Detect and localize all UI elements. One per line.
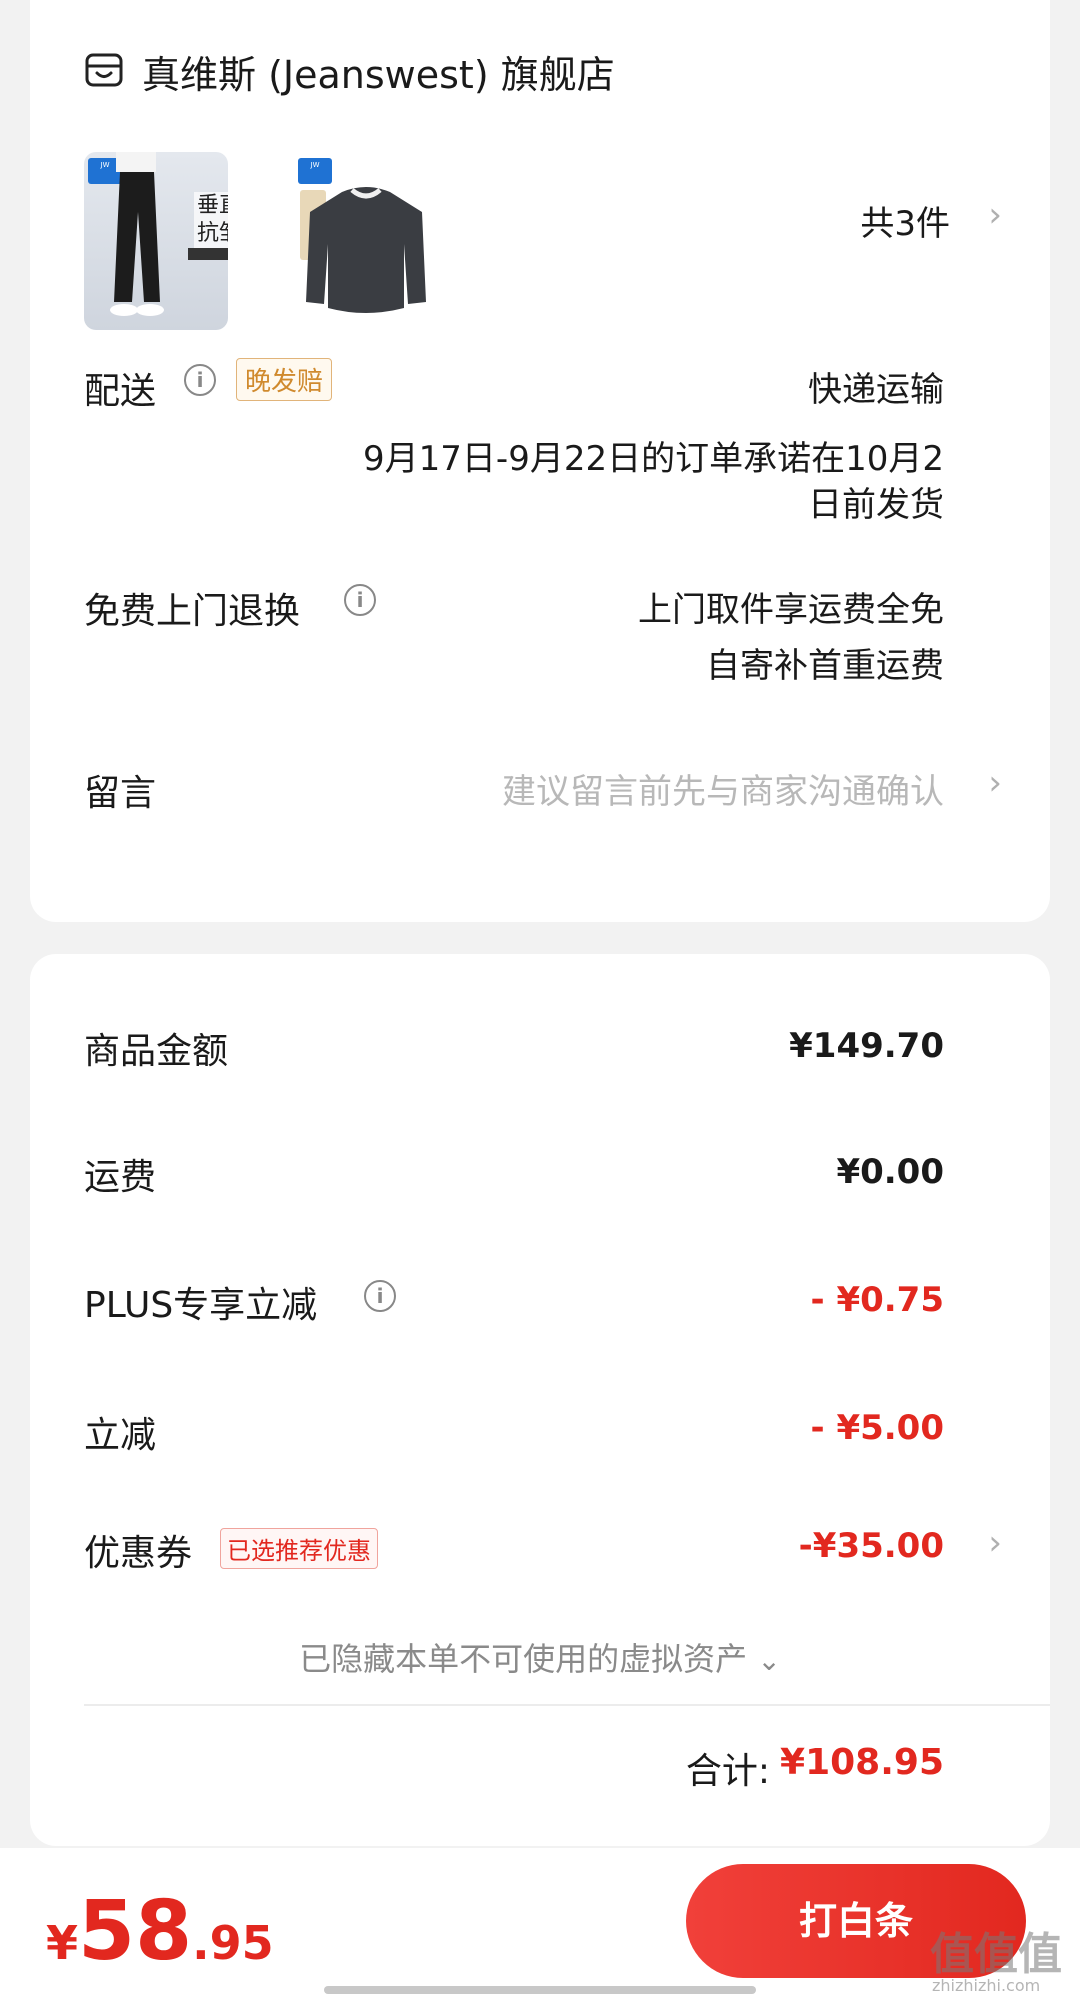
store-name[interactable]: 真维斯 (Jeanswest) 旗舰店 (142, 44, 615, 99)
pay-currency: ¥ (46, 1916, 79, 1970)
delivery-label: 配送 (84, 371, 157, 412)
plus-discount-value: - ¥0.75 (810, 1280, 945, 1320)
pants-label-2: 抗皱 (196, 221, 228, 246)
instant-discount-value: - ¥5.00 (810, 1408, 945, 1448)
info-icon[interactable]: i (184, 364, 216, 396)
hidden-assets-text: 已隐藏本单不可使用的虚拟资产 (299, 1640, 748, 1678)
pay-decimal: .95 (192, 1916, 274, 1970)
coupon-label: 优惠券 (84, 1533, 193, 1574)
pay-amount: ¥58.95 (46, 1884, 274, 1979)
shipping-value: ¥0.00 (836, 1152, 944, 1192)
home-indicator[interactable] (324, 1986, 756, 1994)
return-service-label: 免费上门退换 (84, 591, 301, 632)
chevron-right-icon[interactable]: › (988, 198, 1002, 232)
store-icon (85, 53, 123, 87)
product-thumbnail-sweater[interactable]: JW (294, 152, 438, 330)
plus-discount-label: PLUS专享立减 (84, 1285, 318, 1326)
item-count[interactable]: 共3件 (860, 196, 950, 245)
return-service-line1: 上门取件享运费全免 (638, 590, 944, 630)
late-compensation-badge: 晚发赔 (236, 358, 333, 401)
delivery-promise: 9月17日-9月22日的订单承诺在10月2日前发货 (363, 439, 944, 525)
watermark: 值值值 (930, 1929, 1062, 1980)
chevron-down-icon: ⌄ (757, 1644, 781, 1677)
pants-feature-label: 垂直 抗皱 (194, 192, 228, 248)
coupon-recommended-badge: 已选推荐优惠 (220, 1528, 378, 1569)
pants-tag-strip (188, 248, 228, 260)
shipping-label: 运费 (84, 1157, 157, 1198)
delivery-method: 快递运输 (808, 370, 944, 410)
message-label: 留言 (84, 773, 157, 814)
coupon-value[interactable]: -¥35.00 (799, 1526, 944, 1566)
divider (84, 1704, 1050, 1706)
total-label: 合计: (685, 1751, 770, 1792)
instant-discount-label: 立减 (84, 1415, 157, 1456)
sweater-icon (306, 187, 426, 313)
return-service-line2: 自寄补首重运费 (706, 646, 944, 686)
watermark-url: zhizhizhi.com (932, 1976, 1041, 1995)
chevron-right-icon[interactable]: › (988, 766, 1002, 800)
info-icon[interactable]: i (364, 1280, 396, 1312)
goods-amount-value: ¥149.70 (789, 1026, 944, 1066)
info-icon[interactable]: i (344, 584, 376, 616)
hidden-assets-toggle[interactable]: 已隐藏本单不可使用的虚拟资产 ⌄ (30, 1634, 1050, 1680)
price-summary-card: 商品金额 ¥149.70 运费 ¥0.00 PLUS专享立减 i - ¥0.75… (30, 954, 1050, 1846)
goods-amount-label: 商品金额 (84, 1031, 229, 1072)
product-thumbnail-pants[interactable]: JW 垂直 抗皱 (84, 152, 228, 330)
chevron-right-icon[interactable]: › (988, 1526, 1002, 1560)
pants-label-1: 垂直 (196, 193, 228, 218)
pay-integer: 58 (78, 1884, 193, 1979)
checkout-bar: ¥58.95 打白条 值值值 zhizhizhi.com (0, 1848, 1080, 1998)
store-card: 真维斯 (Jeanswest) 旗舰店 JW 垂直 抗皱 JW 共3件 › 配送… (30, 0, 1050, 922)
total-value: ¥108.95 (780, 1742, 944, 1783)
message-input[interactable]: 建议留言前先与商家沟通确认 (502, 764, 944, 813)
